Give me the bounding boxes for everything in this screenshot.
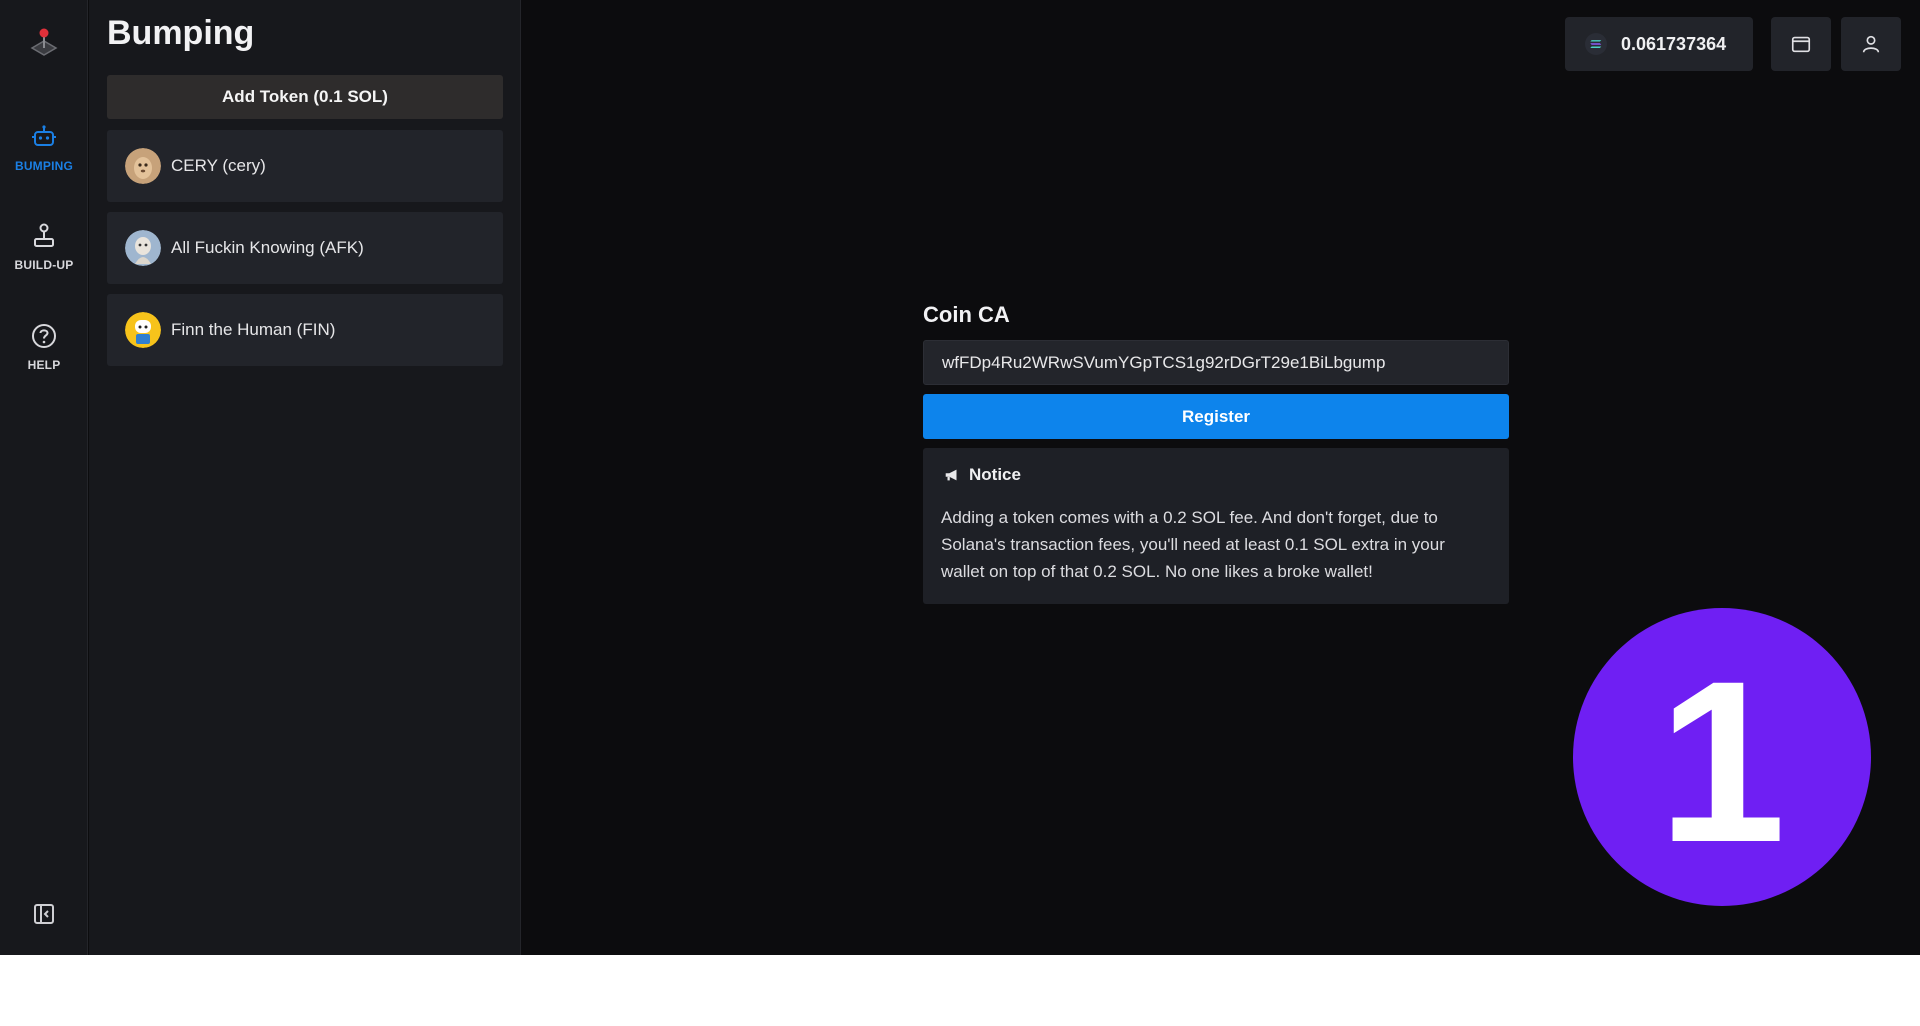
account-button[interactable] bbox=[1841, 17, 1901, 71]
panel-title: Bumping bbox=[107, 14, 255, 52]
wallet-icon bbox=[1791, 36, 1811, 53]
nav-item-help[interactable]: HELP bbox=[0, 322, 88, 392]
nav-item-build-up[interactable]: BUILD-UP bbox=[0, 222, 88, 292]
token-name: Finn the Human (FIN) bbox=[171, 320, 336, 339]
notice-title: Notice bbox=[969, 465, 1021, 484]
token-avatar bbox=[125, 230, 161, 266]
solana-icon bbox=[1585, 33, 1607, 55]
coin-ca-input[interactable] bbox=[923, 340, 1509, 385]
token-panel: Bumping Add Token (0.1 SOL) CERY (cery) bbox=[89, 0, 521, 955]
notice-text: Adding a token comes with a 0.2 SOL fee.… bbox=[941, 508, 1445, 581]
token-item-afk[interactable]: All Fuckin Knowing (AFK) bbox=[107, 212, 503, 284]
help-circle-icon bbox=[32, 324, 56, 348]
coin-ca-label: Coin CA bbox=[923, 302, 1010, 327]
register-button[interactable]: Register bbox=[923, 394, 1509, 439]
token-name: All Fuckin Knowing (AFK) bbox=[171, 238, 364, 257]
nav-label-help: HELP bbox=[27, 358, 61, 372]
nav-label-bumping: BUMPING bbox=[14, 159, 74, 173]
nav-item-bumping[interactable]: BUMPING bbox=[0, 123, 88, 193]
notice-box: Notice Adding a token comes with a 0.2 S… bbox=[923, 448, 1509, 604]
nav-label-build-up: BUILD-UP bbox=[14, 258, 74, 272]
add-token-button[interactable]: Add Token (0.1 SOL) bbox=[107, 75, 503, 119]
notice-header: Notice bbox=[943, 465, 1021, 485]
token-name: CERY (cery) bbox=[171, 156, 266, 175]
token-avatar bbox=[125, 148, 161, 184]
wallet-button[interactable] bbox=[1771, 17, 1831, 71]
logo-icon[interactable] bbox=[26, 24, 62, 60]
sol-balance-button[interactable]: 0.061737364 bbox=[1565, 17, 1753, 71]
token-avatar bbox=[125, 312, 161, 348]
token-item-cery[interactable]: CERY (cery) bbox=[107, 130, 503, 202]
step-number-badge: 1 bbox=[1573, 608, 1871, 906]
nav-rail: BUMPING BUILD-UP HELP bbox=[0, 0, 88, 955]
user-icon bbox=[1862, 35, 1880, 53]
robot-icon bbox=[32, 125, 56, 146]
balance-amount: 0.061737364 bbox=[1621, 33, 1727, 54]
megaphone-icon bbox=[945, 469, 957, 481]
token-item-fin[interactable]: Finn the Human (FIN) bbox=[107, 294, 503, 366]
app-window: BUMPING BUILD-UP HELP Bumping Add Token … bbox=[0, 0, 1920, 955]
collapse-sidebar-icon[interactable] bbox=[32, 902, 56, 926]
joystick-icon bbox=[34, 223, 54, 247]
step-number: 1 bbox=[1658, 633, 1786, 890]
